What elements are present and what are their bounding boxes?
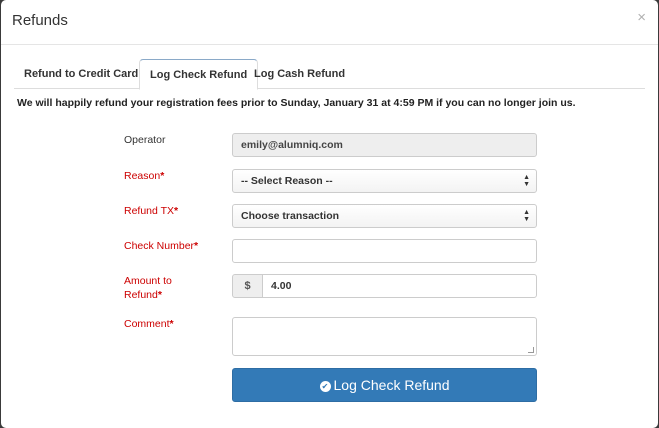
required-mark: *: [157, 289, 162, 301]
refund-tx-select[interactable]: Choose transaction ▲ ▼: [232, 204, 537, 228]
reason-select[interactable]: -- Select Reason -- ▲ ▼: [232, 169, 537, 193]
operator-label-text: Operator: [124, 134, 166, 146]
submit-label: Log Check Refund: [333, 377, 450, 393]
check-number-label: Check Number*: [124, 239, 198, 253]
amount-input-group: $ 4.00: [232, 274, 537, 298]
amount-label-line1: Amount to: [124, 275, 172, 287]
tab-log-check-refund[interactable]: Log Check Refund: [139, 59, 259, 90]
operator-field: emily@alumniq.com: [232, 133, 537, 157]
refund-tx-selected-value: Choose transaction: [241, 210, 340, 222]
amount-label: Amount to Refund*: [124, 274, 172, 302]
tab-refund-to-credit-card[interactable]: Refund to Credit Card: [14, 59, 148, 89]
reason-selected-value: -- Select Reason --: [241, 175, 333, 187]
resize-grip-icon[interactable]: [528, 347, 534, 353]
reason-label: Reason*: [124, 169, 164, 183]
refund-tabs: Refund to Credit Card Log Check Refund L…: [14, 59, 645, 90]
refund-policy-notice: We will happily refund your registration…: [17, 97, 576, 109]
required-mark: *: [174, 205, 179, 217]
check-circle-icon: ✔: [319, 381, 331, 392]
comment-textarea[interactable]: [232, 317, 537, 356]
modal-header: Refunds ×: [1, 0, 658, 45]
operator-label: Operator: [124, 133, 165, 147]
amount-input[interactable]: 4.00: [262, 274, 537, 298]
refunds-modal: Refunds × Refund to Credit Card Log Chec…: [1, 0, 658, 428]
reason-label-text: Reason: [124, 170, 161, 182]
log-check-refund-button[interactable]: ✔ Log Check Refund: [232, 368, 537, 402]
amount-label-line2: Refund: [124, 289, 158, 301]
select-arrows-icon: ▲ ▼: [523, 174, 530, 188]
check-number-input[interactable]: [232, 239, 537, 263]
modal-title: Refunds: [12, 12, 68, 29]
refund-tx-label-text: Refund TX: [124, 205, 175, 217]
select-arrows-icon: ▲ ▼: [523, 209, 530, 223]
check-number-label-text: Check Number: [124, 240, 195, 252]
required-mark: *: [169, 318, 174, 330]
currency-addon: $: [232, 274, 263, 298]
refund-tx-label: Refund TX*: [124, 204, 178, 218]
required-mark: *: [194, 240, 199, 252]
required-mark: *: [160, 170, 165, 182]
comment-label: Comment*: [124, 317, 174, 331]
tab-log-cash-refund[interactable]: Log Cash Refund: [244, 59, 355, 89]
comment-label-text: Comment: [124, 318, 170, 330]
close-icon[interactable]: ×: [637, 10, 646, 25]
